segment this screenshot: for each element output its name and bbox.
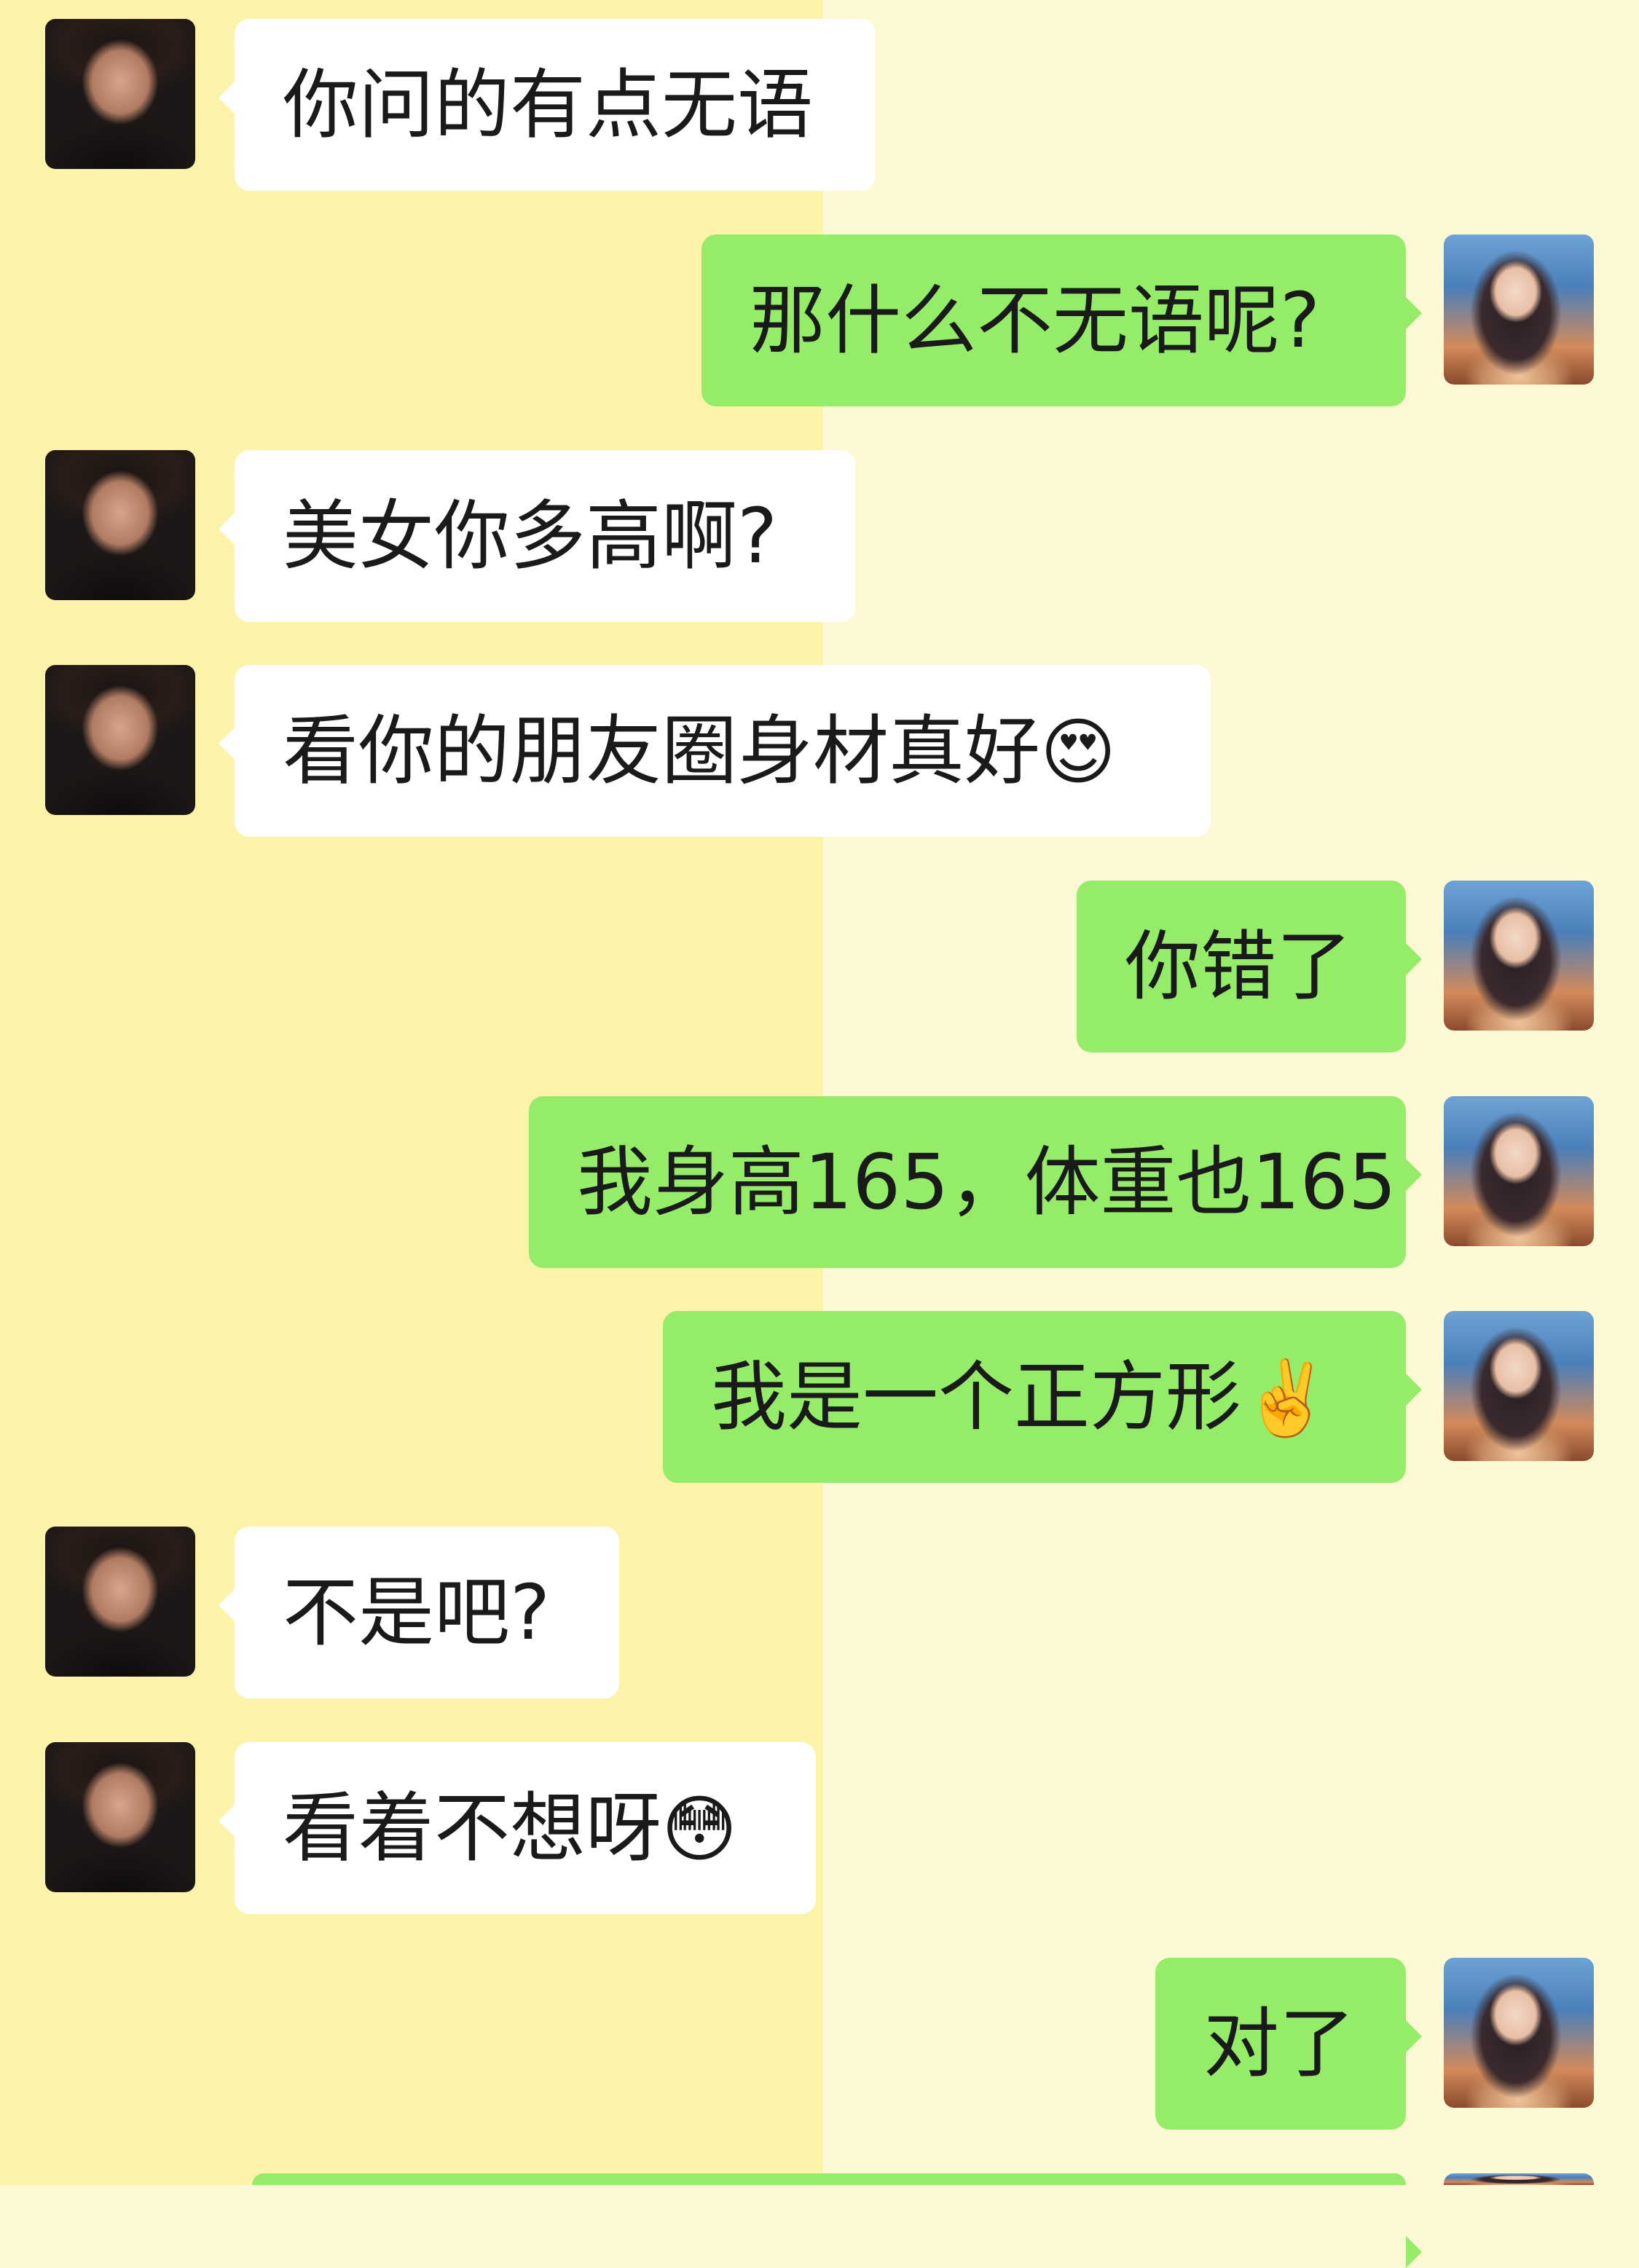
message-text: 看你的朋友圈身材真好 [283, 706, 1041, 795]
message-text: 那什么不无语呢? [750, 276, 1321, 365]
heart-eyes-emoji-icon: 😍 [1040, 709, 1117, 795]
contact-avatar[interactable] [45, 665, 195, 815]
message-text: 我身高165，体重也165 [577, 1138, 1397, 1226]
user-avatar[interactable] [1444, 1958, 1594, 2108]
incoming-message-bubble[interactable]: 你问的有点无语 [219, 19, 876, 191]
user-avatar[interactable] [1444, 1311, 1594, 1461]
outgoing-message-bubble[interactable]: 那什么不无语呢? [701, 235, 1422, 406]
outgoing-message-bubble[interactable]: 我身高165，体重也165 [529, 1096, 1422, 1268]
message-text: 我是一个正方形 [711, 1352, 1242, 1441]
message-text: 看着不想呀 [283, 1784, 662, 1873]
victory-hand-emoji-icon: ✌️ [1241, 1355, 1332, 1441]
contact-avatar[interactable] [45, 450, 195, 600]
incoming-message-bubble[interactable]: 看着不想呀😳 [219, 1742, 816, 1914]
message-text: 不是吧? [283, 1568, 551, 1657]
incoming-message-bubble[interactable]: 不是吧? [219, 1527, 619, 1698]
message-text: 你错了 [1125, 922, 1353, 1011]
message-text: 对了 [1203, 1999, 1356, 2088]
outgoing-message-bubble-partial[interactable] [252, 2173, 1422, 2268]
user-avatar[interactable] [1444, 1096, 1594, 1246]
contact-avatar[interactable] [45, 1742, 195, 1892]
flushed-face-emoji-icon: 😳 [661, 1787, 738, 1872]
user-avatar-partial[interactable] [1444, 2173, 1594, 2185]
outgoing-message-bubble[interactable]: 我是一个正方形✌️ [663, 1311, 1422, 1483]
incoming-message-bubble[interactable]: 美女你多高啊? [219, 450, 855, 622]
outgoing-message-bubble[interactable]: 你错了 [1077, 881, 1422, 1052]
message-text: 美女你多高啊? [283, 492, 778, 580]
user-avatar[interactable] [1444, 235, 1594, 385]
outgoing-message-bubble[interactable]: 对了 [1155, 1958, 1422, 2130]
message-text: 你问的有点无语 [283, 60, 814, 149]
contact-avatar[interactable] [45, 19, 195, 169]
contact-avatar[interactable] [45, 1527, 195, 1677]
incoming-message-bubble[interactable]: 看你的朋友圈身材真好😍 [219, 665, 1211, 837]
user-avatar[interactable] [1444, 881, 1594, 1031]
